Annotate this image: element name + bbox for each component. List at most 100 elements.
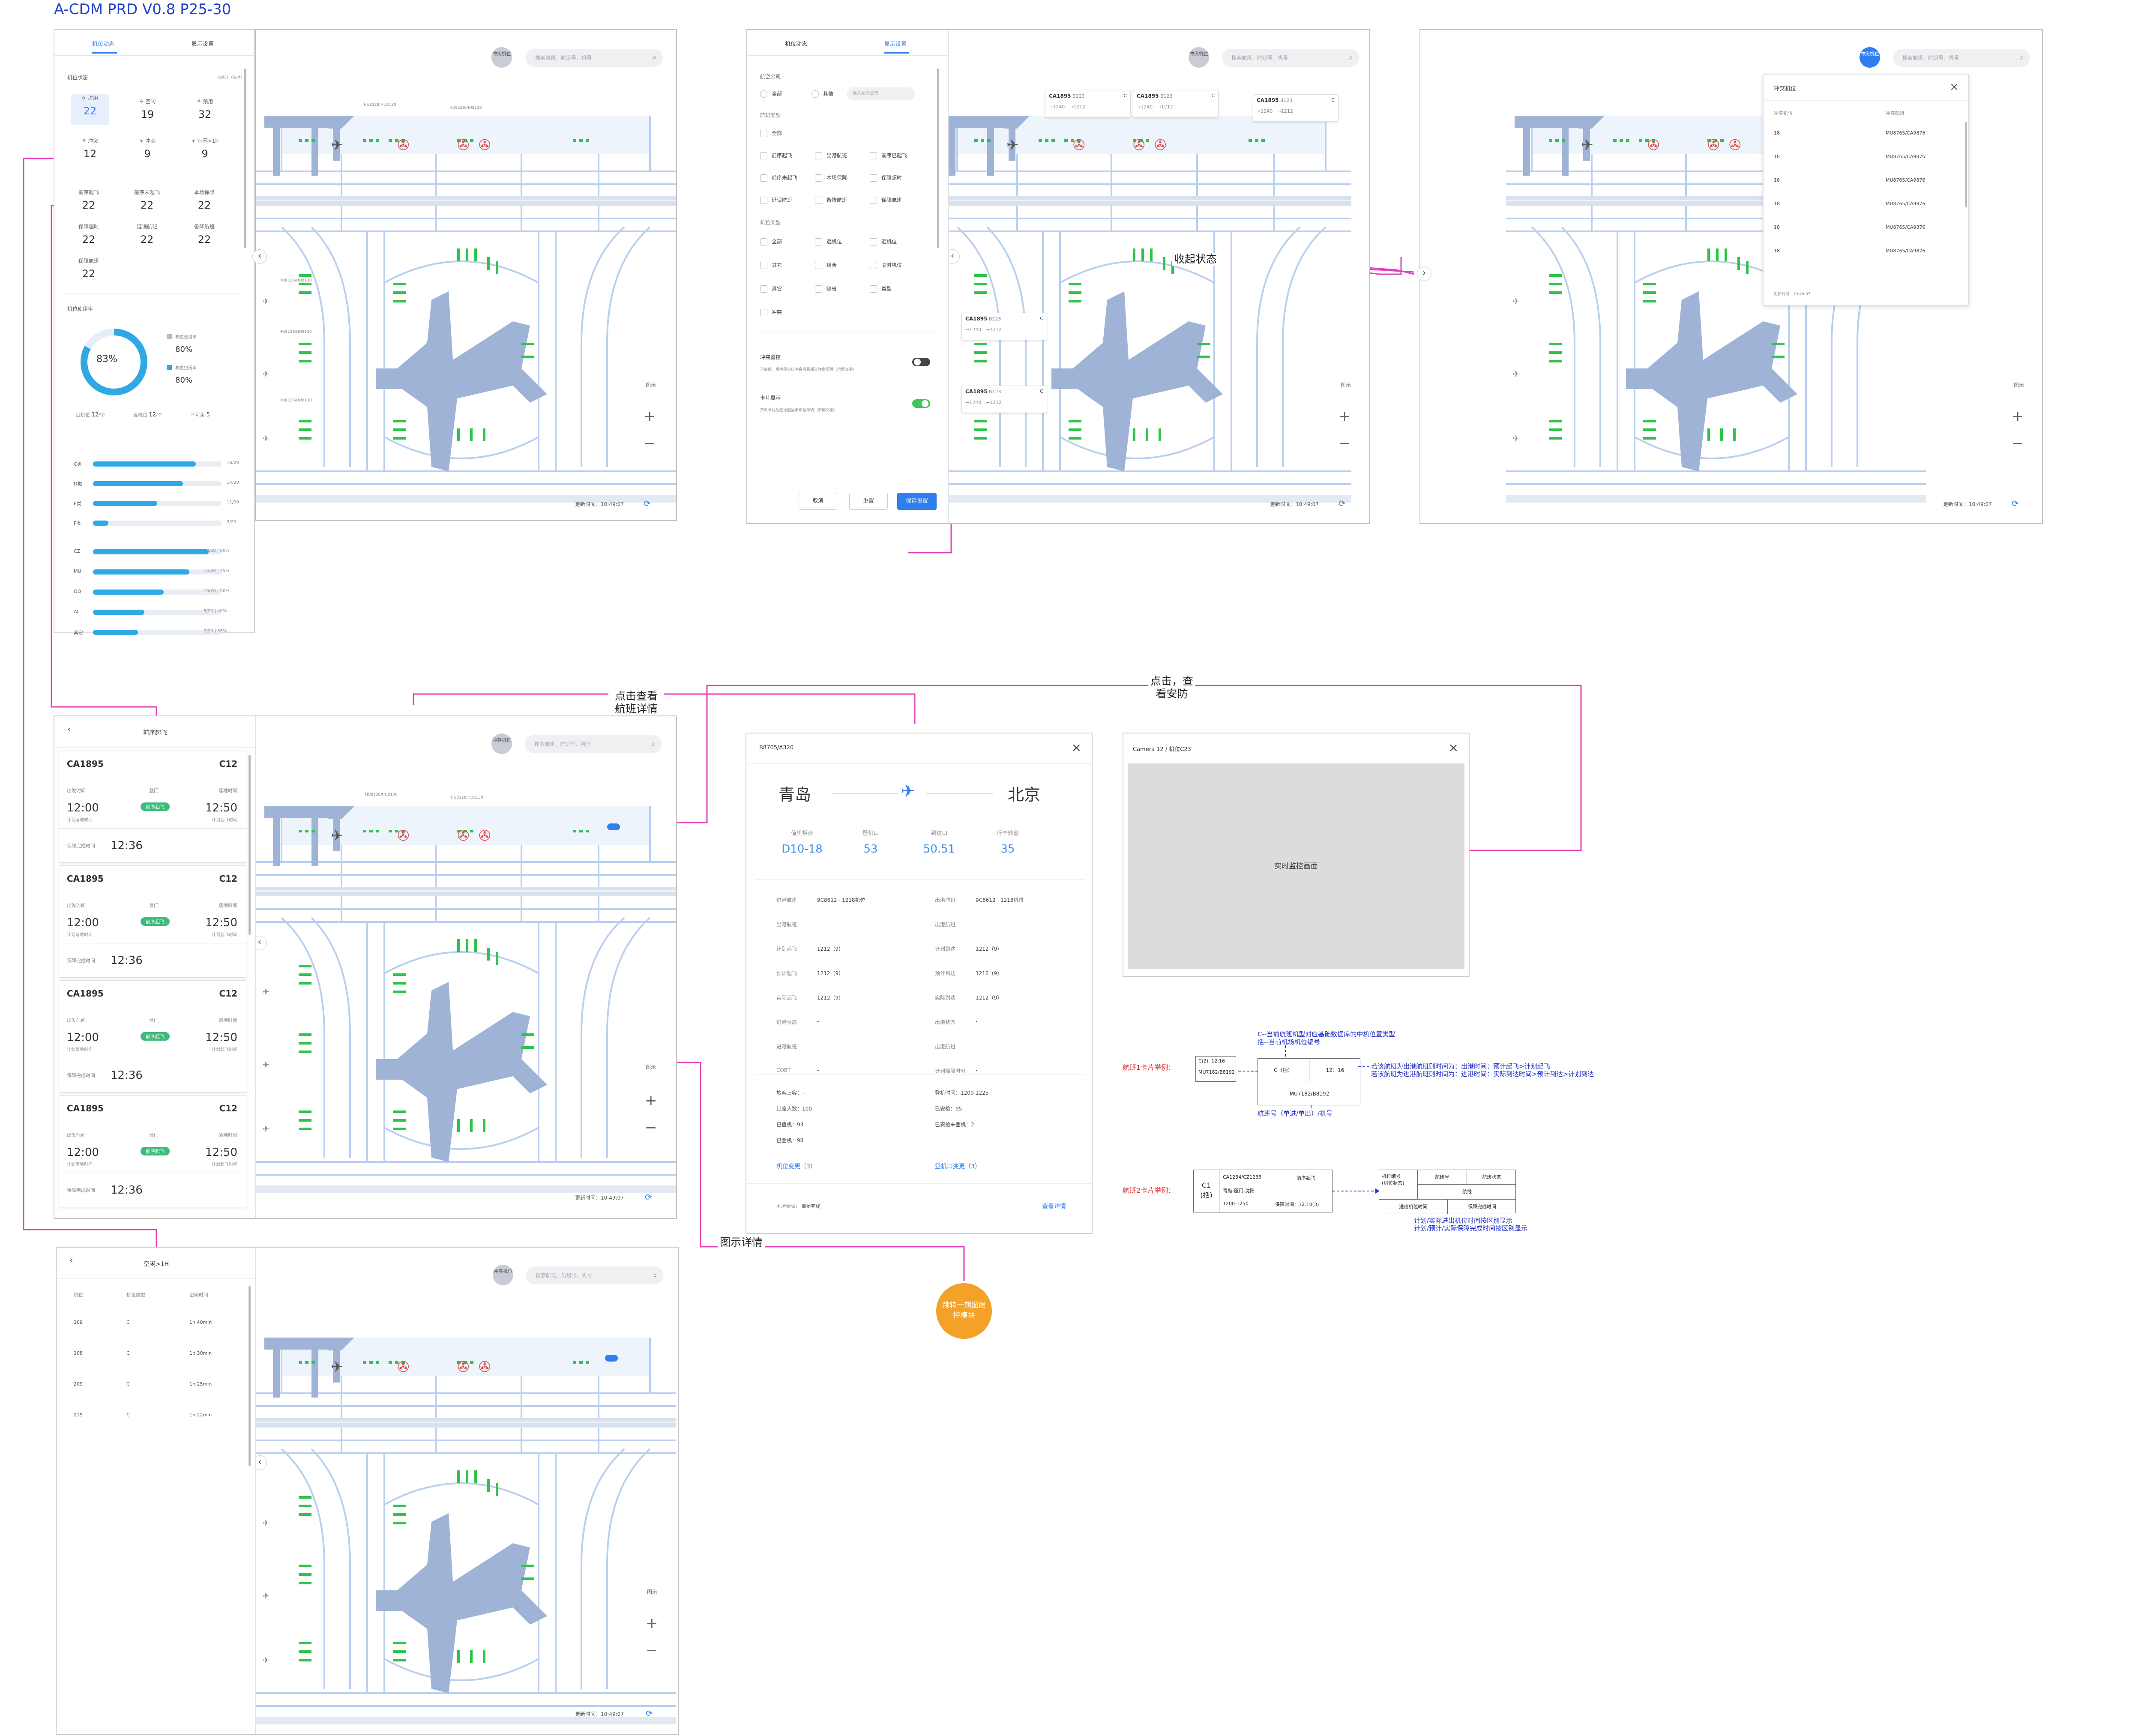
idle-row-stand[interactable]: 209 xyxy=(74,1381,83,1387)
view-details-link[interactable]: 查看详情 xyxy=(1042,1202,1066,1210)
flight-card[interactable]: CA1895 C12 出发时间 登门 落地时间 12:00 前序起飞 12:50… xyxy=(59,1095,247,1207)
scrollbar[interactable] xyxy=(1965,122,1967,207)
map-stand-label[interactable]: HU8128/HU8130 xyxy=(364,103,396,107)
zoom-in-button[interactable]: + xyxy=(646,1616,658,1631)
flight-type-checkbox[interactable]: 前序起飞 xyxy=(760,152,792,159)
legend-button[interactable]: 图示 xyxy=(2014,381,2024,389)
legend-button[interactable]: 图示 xyxy=(646,1063,656,1071)
flight-stat-item[interactable]: 前序起飞 22 xyxy=(67,189,110,211)
search-icon[interactable]: ⌕ xyxy=(653,1266,657,1284)
flight-stat-item[interactable]: 保障超时 22 xyxy=(67,223,110,245)
airport-map[interactable] xyxy=(256,716,676,1218)
stat-free-over-1h[interactable]: ⚘ 空闲>1h 9 xyxy=(186,137,224,160)
stat-conflict[interactable]: ⚘ 冲突 12 xyxy=(71,137,109,160)
scrollbar[interactable] xyxy=(937,69,939,248)
zoom-out-button[interactable]: − xyxy=(2012,436,2024,451)
conflict-row-stand[interactable]: 18 xyxy=(1774,130,1780,136)
stand-type-checkbox[interactable]: 缺省 xyxy=(815,285,837,293)
refresh-icon[interactable]: ⟳ xyxy=(2012,498,2019,509)
idle-row-stand[interactable]: 109 xyxy=(74,1320,83,1325)
flight-stat-item[interactable]: 延误航班 22 xyxy=(126,223,168,245)
search-input[interactable]: 搜索航班、航班号、机号 ⌕ xyxy=(526,49,663,67)
zoom-out-button[interactable]: − xyxy=(645,1120,657,1135)
refresh-icon[interactable]: ⟳ xyxy=(645,1192,652,1202)
gate-change-link[interactable]: 登机口变更（3） xyxy=(935,1162,981,1170)
stat-conflict-2[interactable]: ⚘ 冲突 9 xyxy=(128,137,167,160)
conflict-stand-avatar[interactable]: 冲突机位 xyxy=(1189,47,1209,68)
stand-type-checkbox[interactable]: 近机位 xyxy=(870,238,897,245)
zoom-in-button[interactable]: + xyxy=(2012,409,2024,424)
close-icon[interactable]: × xyxy=(1449,740,1458,754)
flight-type-checkbox[interactable]: 前序未起飞 xyxy=(760,174,797,182)
search-input[interactable]: 搜索航班、航班号、机号 ⌕ xyxy=(526,1266,663,1284)
stat-reserved[interactable]: ⚘ 预用 32 xyxy=(186,98,224,120)
zoom-out-button[interactable]: − xyxy=(1338,436,1351,451)
jump-module-circle[interactable]: 跳转一期图层 控模块 xyxy=(936,1283,992,1339)
legend-button[interactable]: 图示 xyxy=(1341,381,1351,389)
tab-display-settings[interactable]: 显示设置 xyxy=(884,39,907,48)
close-icon[interactable]: × xyxy=(1949,81,1959,93)
conflict-row-flight[interactable]: MU8765/CA9876 xyxy=(1886,248,1925,254)
reset-button[interactable]: 重置 xyxy=(849,493,888,510)
zoom-out-button[interactable]: − xyxy=(644,436,656,451)
card-display-toggle[interactable] xyxy=(912,399,930,408)
stand-type-checkbox[interactable]: 其它 xyxy=(760,285,782,293)
flight-card[interactable]: CA1895 C12 出发时间 登门 落地时间 12:00 前序起飞 12:50… xyxy=(59,865,247,978)
zoom-in-button[interactable]: + xyxy=(644,409,656,424)
conflict-row-stand[interactable]: 18 xyxy=(1774,154,1780,159)
scrollbar[interactable] xyxy=(249,755,251,935)
save-settings-button[interactable]: 保存设置 xyxy=(897,493,937,510)
flight-stat-item[interactable]: 备降航班 22 xyxy=(183,223,226,245)
live-video-area[interactable]: 实时监控画面 xyxy=(1128,763,1464,969)
map-stand-label[interactable]: HU8128/HU8130 xyxy=(365,793,398,797)
search-icon[interactable]: ⌕ xyxy=(653,49,657,67)
scrollbar[interactable] xyxy=(244,69,246,248)
stat-occupied[interactable]: ✈ 占用 22 xyxy=(71,94,109,125)
stand-change-link[interactable]: 机位变更（3） xyxy=(776,1162,816,1170)
tab-display-settings[interactable]: 显示设置 xyxy=(192,39,214,48)
map-stand-label[interactable]: HU8128/HU8130 xyxy=(451,796,483,800)
stand-type-checkbox[interactable]: 全部 xyxy=(760,238,782,245)
conflict-stand-avatar[interactable]: 冲突机位 xyxy=(491,733,512,754)
flight-card-popup[interactable]: CA1895 B123 C →1240 →1212 xyxy=(1045,90,1131,117)
conflict-row-flight[interactable]: MU8765/CA9876 xyxy=(1886,224,1925,230)
map-stand-label[interactable]: HU8128/HU8130 xyxy=(279,330,312,334)
search-icon[interactable]: ⌕ xyxy=(1349,49,1353,67)
zoom-in-button[interactable]: + xyxy=(645,1093,657,1108)
map-stand-label[interactable]: HU8128/HU8130 xyxy=(449,106,482,110)
expand-panel-button[interactable]: › xyxy=(1417,266,1431,281)
flight-card-popup[interactable]: CA1895 B123 C →1240 →1212 xyxy=(1253,94,1338,122)
stand-type-checkbox[interactable]: 其它 xyxy=(760,261,782,269)
legend-button[interactable]: 图示 xyxy=(646,381,656,389)
flight-type-checkbox[interactable]: 前序已起飞 xyxy=(870,152,907,159)
refresh-icon[interactable]: ⟳ xyxy=(1338,498,1346,509)
flight-type-checkbox[interactable]: 全部 xyxy=(760,129,782,137)
flight-card-popup[interactable]: CA1895 B123 C →1240 →1212 xyxy=(1133,90,1219,117)
zoom-in-button[interactable]: + xyxy=(1338,409,1351,424)
flight-stat-item[interactable]: 本场保障 22 xyxy=(183,189,226,211)
search-input[interactable]: 搜索航班、航班号、机号 ⌕ xyxy=(1222,49,1359,67)
zoom-out-button[interactable]: − xyxy=(646,1643,658,1658)
map-stand-label[interactable]: HU8128/HU8130 xyxy=(279,278,312,283)
conflict-monitor-toggle[interactable] xyxy=(912,358,930,366)
idle-row-stand[interactable]: 108 xyxy=(74,1350,83,1356)
flight-type-checkbox[interactable]: 保障超时 xyxy=(870,174,902,182)
legend-button[interactable]: 图示 xyxy=(647,1588,657,1595)
refresh-icon[interactable]: ⟳ xyxy=(646,1708,653,1718)
search-icon[interactable]: ⌕ xyxy=(652,735,656,753)
stat-free[interactable]: ⚘ 空闲 19 xyxy=(128,98,167,120)
flight-card[interactable]: CA1895 C12 出发时间 登门 落地时间 12:00 前序起飞 12:50… xyxy=(59,980,247,1092)
flight-card-popup[interactable]: CA1895 B123 C →1240 →1212 xyxy=(961,313,1047,340)
flight-type-checkbox[interactable]: 本场保障 xyxy=(815,174,847,182)
stand-type-checkbox[interactable]: 临时机位 xyxy=(870,261,902,269)
radio-other[interactable]: 其他 xyxy=(811,90,833,98)
airline-input[interactable]: 输入航空公司 xyxy=(847,87,915,100)
idle-row-stand[interactable]: 219 xyxy=(74,1412,83,1418)
search-input[interactable]: 搜索航班、航班号、机号 ⌕ xyxy=(525,735,662,753)
scrollbar[interactable] xyxy=(249,1286,251,1466)
conflict-row-flight[interactable]: MU8765/CA9876 xyxy=(1886,177,1925,183)
map-stand-label[interactable]: HU8128/HU8130 xyxy=(279,398,312,403)
conflict-row-stand[interactable]: 18 xyxy=(1774,224,1780,230)
conflict-row-flight[interactable]: MU8765/CA9876 xyxy=(1886,154,1925,159)
conflict-stand-avatar[interactable]: 冲突机位 xyxy=(491,47,512,68)
